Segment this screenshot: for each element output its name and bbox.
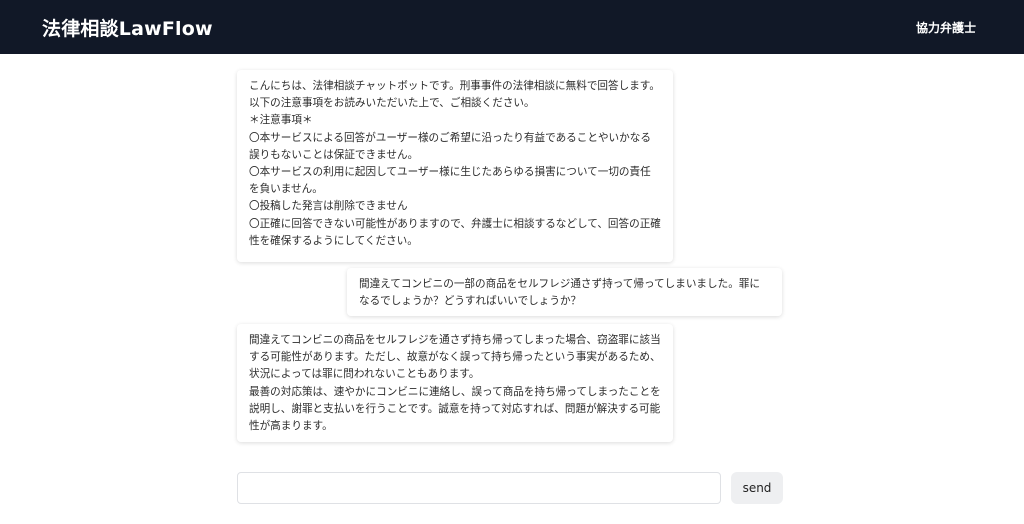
message-input[interactable] <box>237 472 721 504</box>
bot-message: こんにちは、法律相談チャットボットです。刑事事件の法律相談に無料で回答します。以… <box>237 70 673 262</box>
user-message: 間違えてコンビニの一部の商品をセルフレジ通さず持って帰ってしまいました。罪になる… <box>347 268 782 316</box>
top-navbar: 法律相談LawFlow 協力弁護士 <box>0 0 1024 54</box>
app-brand-logo[interactable]: 法律相談LawFlow <box>42 14 213 41</box>
partner-lawyers-link[interactable]: 協力弁護士 <box>916 19 976 36</box>
bot-message: 間違えてコンビニの商品をセルフレジを通さず持ち帰ってしまった場合、窃盗罪に該当す… <box>237 324 673 442</box>
message-composer: send <box>237 472 783 504</box>
chat-log: こんにちは、法律相談チャットボットです。刑事事件の法律相談に無料で回答します。以… <box>0 54 1024 464</box>
send-button[interactable]: send <box>731 472 783 504</box>
